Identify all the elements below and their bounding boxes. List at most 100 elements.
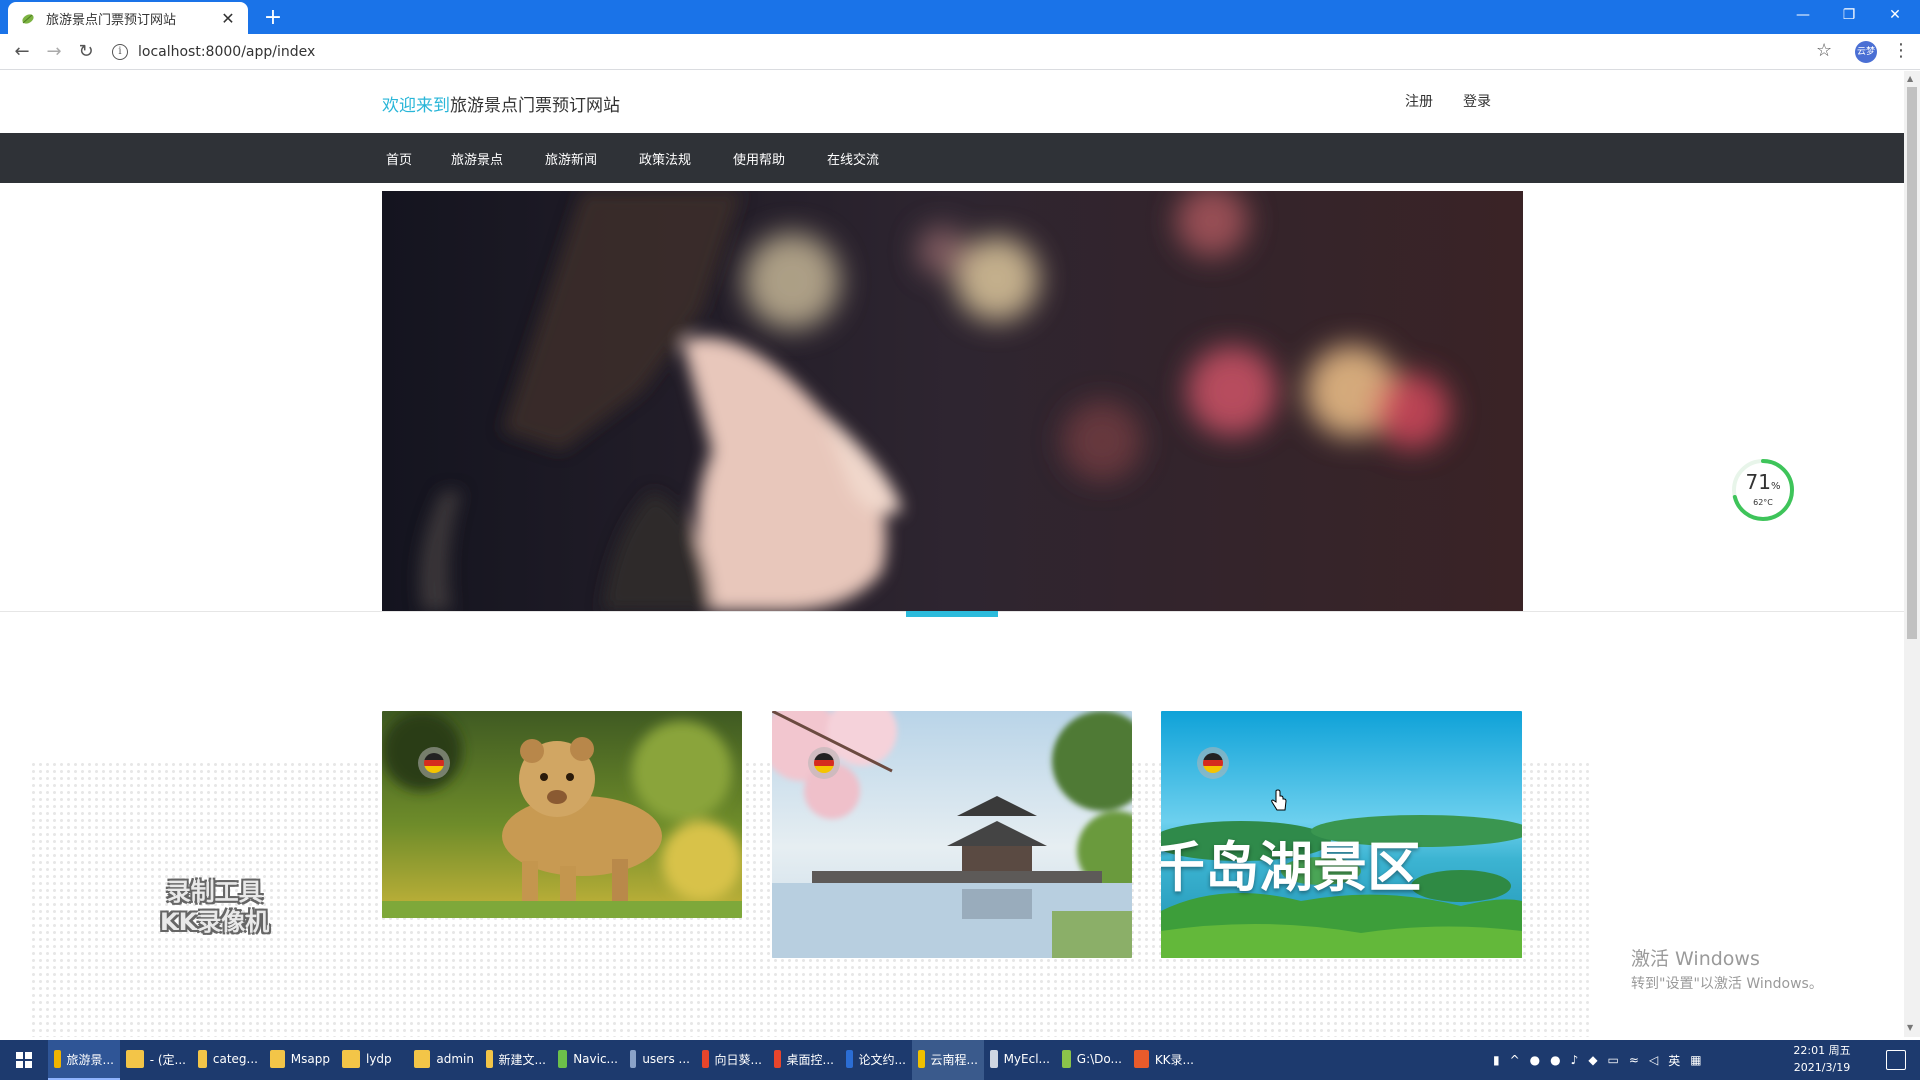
display-icon[interactable]: ▭ <box>1608 1053 1619 1067</box>
windows-logo-icon <box>16 1052 32 1068</box>
taskbar-app-label: KK录... <box>1154 1052 1194 1067</box>
app-icon <box>774 1050 781 1068</box>
taskbar-app-label: MyEcl... <box>1003 1052 1050 1066</box>
taskbar-app-item[interactable]: categ... <box>192 1040 264 1080</box>
recorder-watermark: 录制工具 KK录像机 <box>160 877 269 937</box>
restore-button[interactable]: ❐ <box>1826 0 1872 30</box>
nav-item-home[interactable]: 首页 <box>386 149 412 168</box>
bookmark-star-icon[interactable]: ☆ <box>1816 40 1832 61</box>
wifi-icon[interactable]: ≈ <box>1629 1053 1639 1067</box>
taskbar-app-item[interactable]: 向日葵... <box>696 1040 768 1080</box>
app-icon <box>414 1050 431 1068</box>
url-text: localhost:8000/app/index <box>138 44 316 60</box>
browser-menu-icon[interactable]: ⋮ <box>1892 40 1910 61</box>
taskbar-clock[interactable]: 22:01 周五 2021/3/19 <box>1782 1042 1862 1076</box>
app-icon <box>198 1050 207 1068</box>
tray-app-icon[interactable]: ● <box>1530 1053 1540 1067</box>
ime-icon[interactable]: ▦ <box>1690 1053 1701 1067</box>
taskbar-app-item[interactable]: - (定... <box>120 1040 192 1080</box>
taskbar-app-item[interactable]: Navic... <box>552 1040 624 1080</box>
watermark-line1: 录制工具 <box>166 878 263 906</box>
nav-item-online-chat[interactable]: 在线交流 <box>827 149 879 168</box>
clock-time: 22:01 周五 <box>1793 1044 1851 1057</box>
activate-subtitle: 转到"设置"以激活 Windows。 <box>1631 976 1823 992</box>
back-arrow-icon[interactable]: ← <box>10 40 34 64</box>
gauge-temperature: 62°C <box>1753 498 1773 507</box>
close-window-button[interactable]: ✕ <box>1872 0 1918 30</box>
address-bar-row: ← → ↻ i localhost:8000/app/index <box>0 34 1920 70</box>
app-icon <box>630 1050 637 1068</box>
shield-icon[interactable]: ◆ <box>1588 1053 1597 1067</box>
taskbar-app-item[interactable]: 旅游景... <box>48 1040 120 1080</box>
app-icon <box>342 1050 360 1068</box>
clock-date: 2021/3/19 <box>1793 1061 1851 1074</box>
nav-item-help[interactable]: 使用帮助 <box>733 149 785 168</box>
taskbar-app-item[interactable]: G:\Do... <box>1056 1040 1128 1080</box>
notification-bell-icon[interactable]: ♪ <box>1571 1053 1579 1067</box>
taskbar-app-item[interactable]: lydp <box>336 1040 408 1080</box>
nav-item-attractions[interactable]: 旅游景点 <box>451 149 503 168</box>
app-icon <box>702 1050 709 1068</box>
reload-icon[interactable]: ↻ <box>74 40 98 64</box>
watermark-line2: KK录像机 <box>160 908 270 936</box>
page-scrollbar[interactable]: ▲ ▼ <box>1904 71 1920 1037</box>
attraction-card-qiandao-lake[interactable]: 千岛湖景区 <box>1161 711 1522 958</box>
taskbar-app-label: Navic... <box>573 1052 618 1066</box>
profile-avatar[interactable]: 云梦 <box>1855 41 1877 63</box>
taskbar-app-item[interactable]: admin <box>408 1040 480 1080</box>
action-center-icon[interactable] <box>1886 1050 1906 1070</box>
taskbar-app-label: users ... <box>642 1052 690 1066</box>
app-icon <box>1134 1050 1149 1068</box>
app-icon <box>270 1050 285 1068</box>
activate-title: 激活 Windows <box>1631 948 1760 970</box>
new-tab-button[interactable]: + <box>260 5 286 30</box>
cpu-usage-gauge[interactable]: 71% 62°C <box>1730 457 1796 523</box>
battery-icon[interactable]: ▮ <box>1493 1053 1500 1067</box>
tab-close-icon[interactable]: ✕ <box>220 9 236 28</box>
app-icon <box>558 1050 568 1068</box>
taskbar-app-label: 向日葵... <box>714 1052 762 1067</box>
lion-cub-photo <box>382 711 742 918</box>
taskbar-app-item[interactable]: MyEcl... <box>984 1040 1056 1080</box>
register-link[interactable]: 注册 <box>1405 91 1433 111</box>
taskbar-app-item[interactable]: KK录... <box>1128 1040 1200 1080</box>
forward-arrow-icon[interactable]: → <box>42 40 66 64</box>
scroll-up-arrow-icon[interactable]: ▲ <box>1907 74 1913 83</box>
volume-icon[interactable]: ◁ <box>1649 1053 1658 1067</box>
taskbar-app-item[interactable]: 论文约... <box>840 1040 912 1080</box>
taskbar-app-label: - (定... <box>149 1052 186 1067</box>
app-icon <box>1062 1050 1071 1068</box>
login-link[interactable]: 登录 <box>1463 91 1491 111</box>
hero-banner-image[interactable] <box>382 191 1523 611</box>
url-input[interactable]: i localhost:8000/app/index <box>112 38 1772 66</box>
gauge-percent: 71% <box>1745 470 1781 494</box>
nav-item-travel-news[interactable]: 旅游新闻 <box>545 149 597 168</box>
taskbar-app-item[interactable]: users ... <box>624 1040 696 1080</box>
attraction-card-pavilion[interactable] <box>772 711 1132 958</box>
app-icon <box>846 1050 853 1068</box>
tray-expand-icon[interactable]: ^ <box>1510 1053 1520 1067</box>
input-language[interactable]: 英 <box>1668 1052 1680 1069</box>
taskbar-app-item[interactable]: 云南程... <box>912 1040 984 1080</box>
carousel-indicator-active[interactable] <box>906 611 998 617</box>
browser-tab-active[interactable]: 旅游景点门票预订网站 ✕ <box>8 2 248 34</box>
taskbar-app-label: 云南程... <box>930 1052 978 1067</box>
site-name: 旅游景点门票预订网站 <box>450 96 620 116</box>
lake-caption: 千岛湖景区 <box>1161 836 1421 899</box>
taskbar-app-label: 桌面控... <box>786 1052 834 1067</box>
attraction-card-lion[interactable] <box>382 711 742 918</box>
system-tray: ▮ ^ ● ● ♪ ◆ ▭ ≈ ◁ 英 ▦ <box>1488 1040 1707 1080</box>
taskbar-app-item[interactable]: Msapp <box>264 1040 336 1080</box>
scrollbar-thumb[interactable] <box>1907 87 1917 639</box>
taskbar-app-item[interactable]: 新建文... <box>480 1040 552 1080</box>
start-button[interactable] <box>0 1040 48 1080</box>
taskbar-app-label: Msapp <box>290 1052 330 1066</box>
nav-item-policies[interactable]: 政策法规 <box>639 149 691 168</box>
taskbar-app-item[interactable]: 桌面控... <box>768 1040 840 1080</box>
minimize-button[interactable]: — <box>1780 0 1826 30</box>
app-icon <box>486 1050 493 1068</box>
tray-app-icon[interactable]: ● <box>1550 1053 1560 1067</box>
site-header: 欢迎来到旅游景点门票预订网站 注册 登录 <box>0 71 1904 133</box>
scroll-down-arrow-icon[interactable]: ▼ <box>1907 1023 1913 1032</box>
site-info-icon[interactable]: i <box>112 44 128 60</box>
